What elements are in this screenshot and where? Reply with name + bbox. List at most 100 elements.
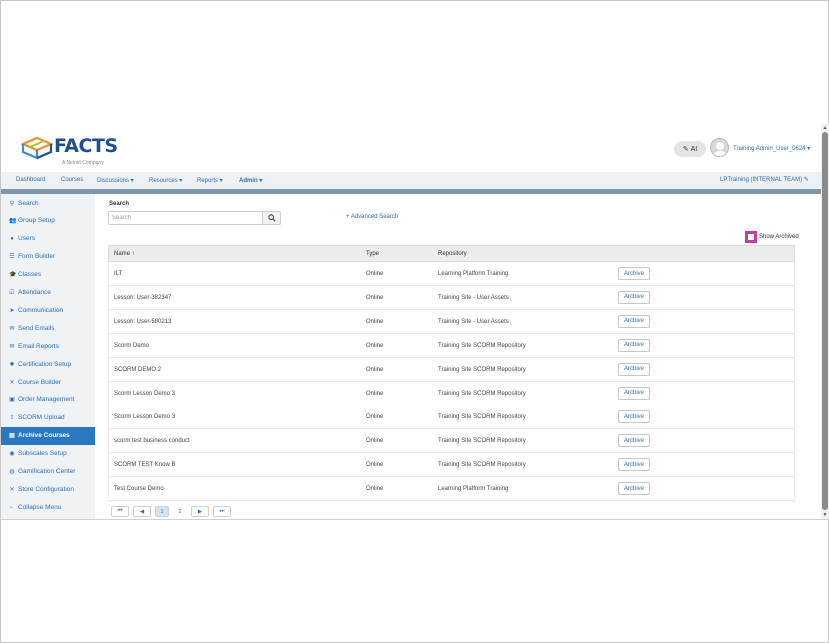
sidebar-item-label: Order Management [18, 396, 75, 404]
next-page-button[interactable]: ▶ [191, 506, 209, 517]
search-icon [267, 214, 276, 222]
scroll-down-icon[interactable]: ▼ [822, 512, 828, 518]
sidebar-item-classes[interactable]: 🎓 Classes [1, 266, 95, 284]
column-type[interactable]: Type [366, 251, 379, 257]
sidebar-item-scorm-upload[interactable]: ⇪ SCORM Upload [1, 409, 95, 427]
archive-button[interactable]: Archive [618, 434, 650, 448]
sidebar-item-communication[interactable]: ➤ Communication [1, 301, 95, 319]
archive-button[interactable]: Archive [618, 267, 650, 280]
course-type: Online [366, 294, 384, 301]
scroll-thumb[interactable] [822, 132, 828, 510]
table-row: ILT Online Learning Platform Training Archi… [108, 262, 795, 286]
app-header: FACTS A Nelnet Company ✎ AI Training Adm… [1, 124, 821, 172]
sidebar-item-label: Classes [18, 271, 42, 279]
sidebar-item-subscales-setup[interactable]: ◉ Subscales Setup [1, 445, 95, 463]
nav-admin[interactable]: Admin ▾ [239, 177, 262, 184]
nav-reports[interactable]: Reports ▾ [197, 177, 223, 184]
nav-courses[interactable]: Courses [61, 177, 83, 183]
archive-button[interactable]: Archive [618, 314, 650, 328]
site-name[interactable]: LPTraining (INTERNAL TEAM) ✎ [720, 176, 809, 183]
nav-dashboard[interactable]: Dashboard [16, 177, 45, 183]
magic-wand-icon: ✎ [682, 146, 689, 153]
search-icon: ⚲ [9, 200, 15, 207]
sidebar-item-send-emails[interactable]: ✉ Send Emails [1, 319, 95, 337]
course-repository: Training Site SCORM Repository [438, 390, 526, 397]
sidebar-item-gamification-center[interactable]: ◍ Gamification Center [1, 463, 95, 481]
search-button[interactable] [262, 211, 281, 225]
sidebar-item-certification-setup[interactable]: ✹ Certification Setup [1, 355, 95, 373]
nav-resources[interactable]: Resources ▾ [149, 177, 182, 184]
course-name: ILT [114, 271, 123, 277]
sidebar-item-order-management[interactable]: ▣ Order Management [1, 391, 95, 409]
sidebar-item-users[interactable]: ● Users [1, 230, 95, 248]
graduation-cap-icon: 🎓 [9, 272, 17, 279]
user-menu[interactable]: Training Admin_User_0624 ▾ [733, 145, 810, 152]
sidebar-item-archive-courses[interactable]: ▤ Archive Courses [1, 426, 95, 445]
table-header: Name ↑ Type Repository [108, 245, 795, 262]
table-row: Lesson: User-382347 Online Training Site -… [108, 285, 795, 310]
table-row: SCORM DEMO 2 Online Training Site SCORM Re… [108, 357, 795, 382]
show-archived-checkbox[interactable] [745, 231, 757, 243]
avatar[interactable] [710, 138, 729, 157]
course-name: Test Course Demo [114, 486, 164, 493]
course-type: Online [366, 390, 384, 397]
users-icon: 👥 [9, 218, 17, 225]
page-1-button[interactable]: 1 [155, 506, 169, 517]
course-name: Scorm Lesson Demo 3 [114, 390, 176, 397]
column-name[interactable]: Name ↑ [114, 251, 135, 257]
sidebar-item-collapse-menu[interactable]: ← Collapse Menu [1, 498, 95, 516]
admin-sidebar: ⚲ Search 👥 Group Setup ● Users ☰ Form Builder 🎓 C… [1, 194, 95, 519]
sidebar-item-label: Subscales Setup [18, 450, 67, 458]
sidebar-item-course-builder[interactable]: ✕ Course Builder [1, 373, 95, 391]
first-page-button[interactable]: ⏮ [111, 506, 129, 517]
sidebar-item-label: Communication [18, 306, 64, 314]
archive-button[interactable]: Archive [618, 362, 650, 376]
logo-subtitle: A Nelnet Company [62, 160, 104, 166]
sidebar-item-store-configuration[interactable]: ✕ Store Configuration [1, 480, 95, 498]
ai-button[interactable]: ✎ AI [674, 141, 706, 157]
nav-discussions[interactable]: Discussions ▾ [97, 177, 134, 184]
tools-icon: ✕ [9, 486, 15, 493]
page-2-button[interactable]: 2 [173, 506, 187, 517]
archive-button[interactable]: Archive [618, 410, 650, 424]
archive-button[interactable]: Archive [618, 458, 650, 472]
course-repository: Training Site SCORM Repository [438, 414, 526, 421]
course-name: Scorm Demo [114, 342, 150, 349]
sidebar-item-label: Group Setup [18, 217, 55, 225]
course-repository: Learning Platform Training [438, 486, 509, 493]
archive-button[interactable]: Archive [618, 386, 650, 400]
archive-button[interactable]: Archive [618, 290, 650, 304]
course-type: Online [366, 414, 384, 421]
box-icon: ▣ [9, 397, 15, 404]
show-archived-label: Show Archived [759, 234, 799, 240]
course-name: Lesson: User-580213 [114, 318, 172, 325]
archive-button[interactable]: Archive [618, 338, 650, 352]
sidebar-item-email-reports[interactable]: ✉ Email Reports [1, 337, 95, 355]
sidebar-item-attendance[interactable]: ☑ Attendance [1, 284, 95, 302]
course-repository: Training Site - User Assets [438, 294, 509, 301]
prev-page-button[interactable]: ◀ [133, 506, 151, 517]
sidebar-item-label: SCORM Upload [18, 414, 65, 422]
sidebar-item-search[interactable]: ⚲ Search [1, 194, 95, 212]
arrow-left-icon: ← [9, 504, 15, 511]
archive-button[interactable]: Archive [618, 482, 650, 496]
sidebar-item-label: Gamification Center [18, 468, 76, 475]
certificate-icon: ✹ [9, 361, 15, 368]
advanced-search-link[interactable]: + Advanced Search [346, 214, 398, 220]
last-page-button[interactable]: ⏭ [213, 506, 231, 517]
sidebar-item-group-setup[interactable]: 👥 Group Setup [1, 212, 95, 230]
search-label: Search [109, 201, 130, 207]
facts-logo[interactable]: FACTS A Nelnet Company [21, 134, 121, 166]
course-type: Online [366, 366, 384, 373]
table-row: Test Course Demo Online Learning Platform … [108, 477, 795, 502]
course-repository: Training Site SCORM Repository [438, 438, 526, 445]
search-input[interactable] [108, 211, 263, 225]
course-repository: Training Site SCORM Repository [438, 342, 526, 349]
user-icon: ● [10, 235, 14, 242]
viewport-bottom-edge [1, 519, 829, 520]
vertical-scrollbar[interactable]: ▲ ▼ [821, 124, 829, 520]
sidebar-item-form-builder[interactable]: ☰ Form Builder [1, 248, 95, 266]
check-square-icon: ☑ [9, 290, 15, 296]
column-repository[interactable]: Repository [438, 251, 467, 257]
scroll-up-icon[interactable]: ▲ [822, 125, 828, 131]
